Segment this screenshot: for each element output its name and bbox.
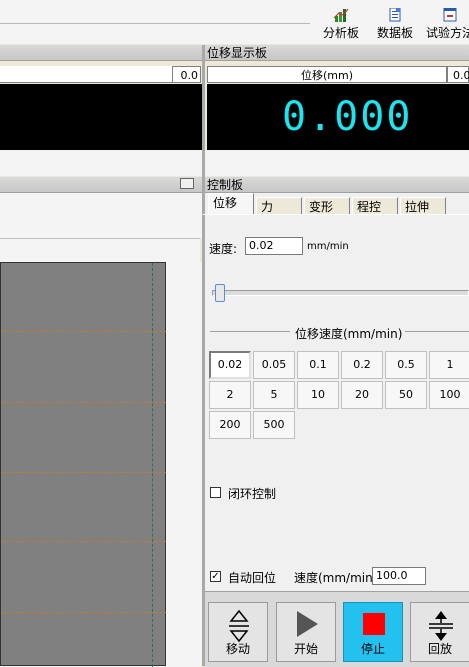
analysis-board-label: 分析板 [322, 26, 359, 40]
move-arrows-icon [229, 609, 249, 643]
closed-loop-label: 闭环控制 [228, 487, 277, 501]
stop-square-icon [363, 613, 385, 635]
tab-program-control[interactable]: 程控 [352, 197, 398, 215]
displacement-panel-header: 位移显示板 [205, 45, 469, 61]
speed-preset-button[interactable]: 0.02 [209, 351, 251, 379]
curve-panel-header [0, 177, 202, 193]
tab-tensile[interactable]: 拉伸 [400, 197, 446, 215]
gridline [1, 402, 167, 403]
tab-displacement[interactable]: 位移 [208, 193, 254, 215]
control-panel-header: 控制板 [205, 177, 469, 193]
speed-preset-button[interactable]: 0.05 [253, 351, 295, 379]
gridline [1, 331, 167, 332]
chart-icon [333, 8, 349, 22]
plot-right-margin [166, 262, 202, 666]
left-value-display [0, 84, 202, 150]
section-separator [210, 331, 290, 332]
speed-preset-button[interactable]: 500 [253, 411, 295, 439]
gridline [1, 612, 167, 613]
toolbar-separator [0, 23, 310, 24]
move-button[interactable]: 移动 [208, 602, 268, 662]
tab-deformation[interactable]: 变形 [304, 197, 350, 215]
test-method-label: 试验方法 [425, 26, 469, 40]
document-icon [389, 8, 401, 22]
curve-plot-area [0, 262, 167, 667]
auto-return-checkbox[interactable]: ✓ [210, 571, 221, 582]
stop-button[interactable]: 停止 [343, 602, 403, 662]
analysis-board-button[interactable]: 分析板 [322, 8, 360, 42]
stop-label: 停止 [360, 642, 385, 656]
speed-slider-thumb[interactable] [215, 284, 225, 302]
tab-tensile-label: 拉伸 [405, 200, 430, 214]
speed-preset-button[interactable]: 0.2 [341, 351, 383, 379]
displacement-panel-title: 位移显示板 [207, 46, 268, 60]
left-label-strip [0, 66, 172, 83]
speed-unit: mm/min [307, 241, 349, 252]
tab-displacement-label: 位移 [213, 196, 238, 210]
curve-panel-toolbar [0, 193, 202, 238]
gridline [1, 541, 167, 542]
speed-preset-button[interactable]: 0.5 [385, 351, 427, 379]
control-panel-title: 控制板 [207, 178, 244, 192]
start-label: 开始 [293, 642, 318, 656]
speed-preset-button[interactable]: 50 [385, 381, 427, 409]
release-arrows-icon [429, 611, 453, 641]
left-top-panel-header [0, 45, 202, 61]
speed-preset-button[interactable]: 20 [341, 381, 383, 409]
gridline [152, 263, 153, 667]
data-board-button[interactable]: 数据板 [376, 8, 414, 42]
speed-preset-button[interactable]: 2 [209, 381, 251, 409]
section-separator [405, 331, 469, 332]
play-icon [297, 611, 318, 637]
speed-preset-button[interactable]: 200 [209, 411, 251, 439]
speed-label: 速度: [209, 242, 238, 256]
displacement-right-label: 0.0 [447, 66, 469, 83]
speed-preset-button[interactable]: 0.1 [297, 351, 339, 379]
gridline [1, 472, 167, 473]
tab-deformation-label: 变形 [309, 200, 334, 214]
speed-preset-button[interactable]: 100 [429, 381, 469, 409]
tab-strip-line [203, 214, 469, 215]
speed-preset-button[interactable]: 5 [253, 381, 295, 409]
displacement-label: 位移(mm) [207, 66, 447, 83]
left-value-panel-bottom [0, 150, 202, 176]
method-window-icon [443, 8, 457, 22]
speed-slider-track[interactable] [212, 290, 469, 296]
return-speed-input[interactable]: 100.0 [372, 567, 426, 585]
test-method-button[interactable]: 试验方法 [425, 8, 469, 42]
displacement-value: 0.000 [282, 94, 413, 140]
toolbar: 分析板 数据板 试验方法 [0, 0, 469, 44]
restore-window-icon[interactable] [180, 178, 194, 189]
tab-program-control-label: 程控 [357, 200, 382, 214]
left-value-label: 0.0 [172, 66, 201, 83]
speed-section-title: 位移速度(mm/min) [295, 327, 403, 341]
move-label: 移动 [225, 642, 250, 656]
tab-force-label: 力 [261, 200, 274, 214]
release-label: 回放 [427, 642, 452, 656]
speed-input[interactable]: 0.02 [245, 237, 303, 255]
speed-preset-button[interactable]: 10 [297, 381, 339, 409]
return-speed-label: 速度(mm/min): [294, 571, 382, 585]
closed-loop-checkbox[interactable] [210, 487, 221, 498]
data-board-label: 数据板 [376, 26, 413, 40]
auto-return-label: 自动回位 [228, 571, 277, 585]
displacement-panel-bottom [205, 150, 469, 176]
release-button[interactable]: 回放 [410, 602, 469, 662]
tab-force[interactable]: 力 [256, 197, 302, 215]
speed-preset-button[interactable]: 1 [429, 351, 469, 379]
start-button[interactable]: 开始 [276, 602, 336, 662]
